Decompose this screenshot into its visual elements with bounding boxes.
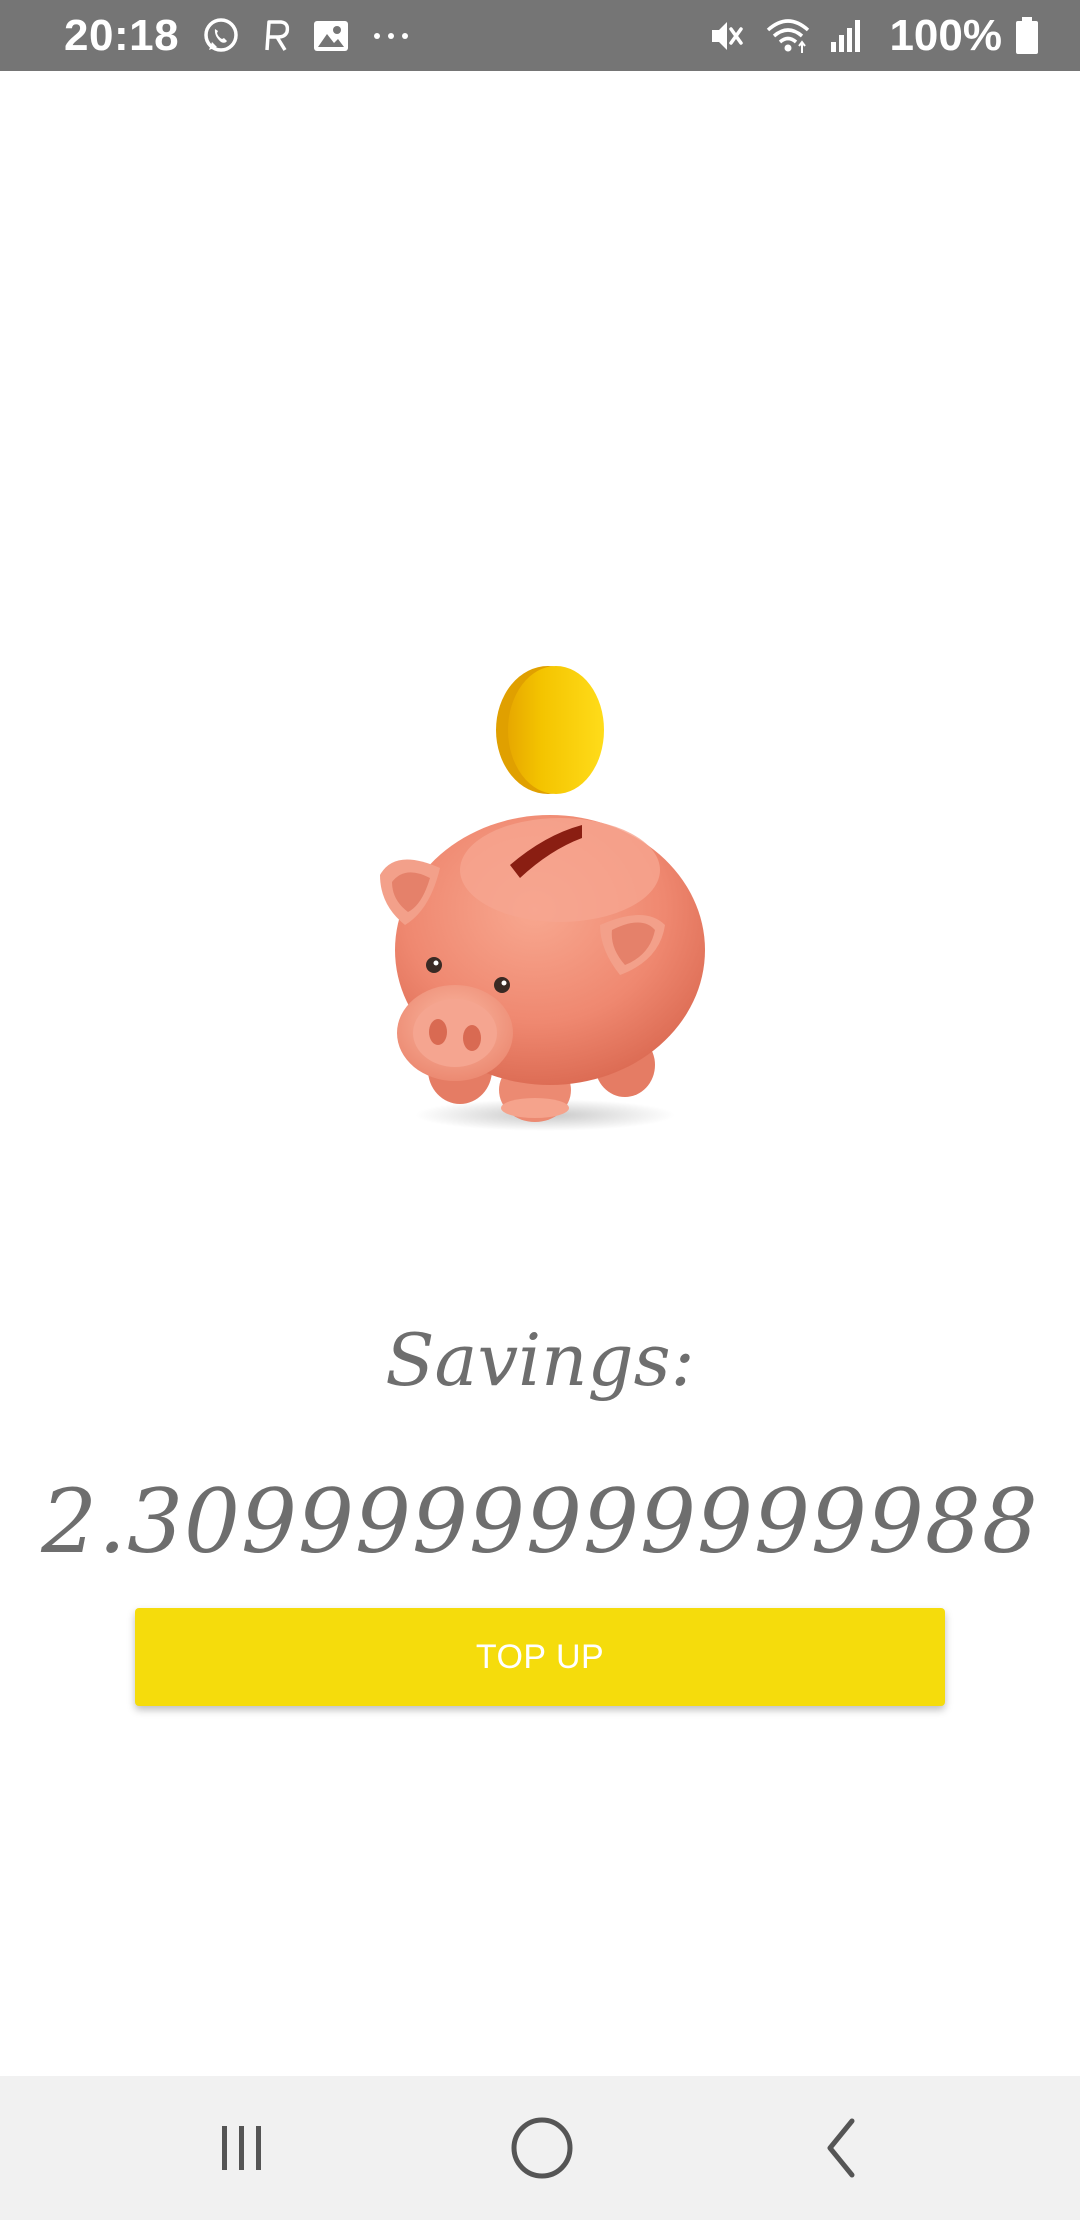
r-app-icon bbox=[259, 16, 293, 56]
recent-apps-button[interactable] bbox=[152, 2076, 332, 2220]
status-left: 20:18 bbox=[64, 11, 431, 61]
more-dots-icon bbox=[369, 16, 413, 56]
battery-icon bbox=[1014, 16, 1040, 56]
home-icon bbox=[511, 2117, 573, 2179]
whatsapp-icon bbox=[201, 16, 241, 56]
battery-percentage: 100% bbox=[889, 10, 1002, 60]
back-button[interactable] bbox=[752, 2076, 932, 2220]
wifi-icon bbox=[765, 16, 811, 56]
status-right: 100% bbox=[707, 11, 1040, 61]
home-button[interactable] bbox=[452, 2076, 632, 2220]
status-time: 20:18 bbox=[64, 10, 180, 60]
back-arrow-icon bbox=[827, 2118, 855, 2178]
recent-apps-icon bbox=[222, 2126, 261, 2170]
mute-icon bbox=[707, 16, 747, 56]
coin-icon bbox=[496, 666, 604, 794]
navigation-bar bbox=[0, 2076, 1080, 2220]
screen: 20:18 100% Savings: 2.3099999999999988 T… bbox=[0, 0, 1080, 2220]
piggy-bank-illustration bbox=[360, 650, 720, 1150]
savings-value: 2.3099999999999988 bbox=[41, 1470, 1039, 1573]
signal-icon bbox=[829, 16, 863, 56]
top-up-button[interactable]: TOP UP bbox=[135, 1608, 945, 1706]
status-bar: 20:18 100% bbox=[0, 0, 1080, 71]
gallery-icon bbox=[311, 16, 351, 56]
savings-label: Savings: bbox=[385, 1318, 695, 1402]
piggy-bank-svg bbox=[380, 666, 705, 1131]
